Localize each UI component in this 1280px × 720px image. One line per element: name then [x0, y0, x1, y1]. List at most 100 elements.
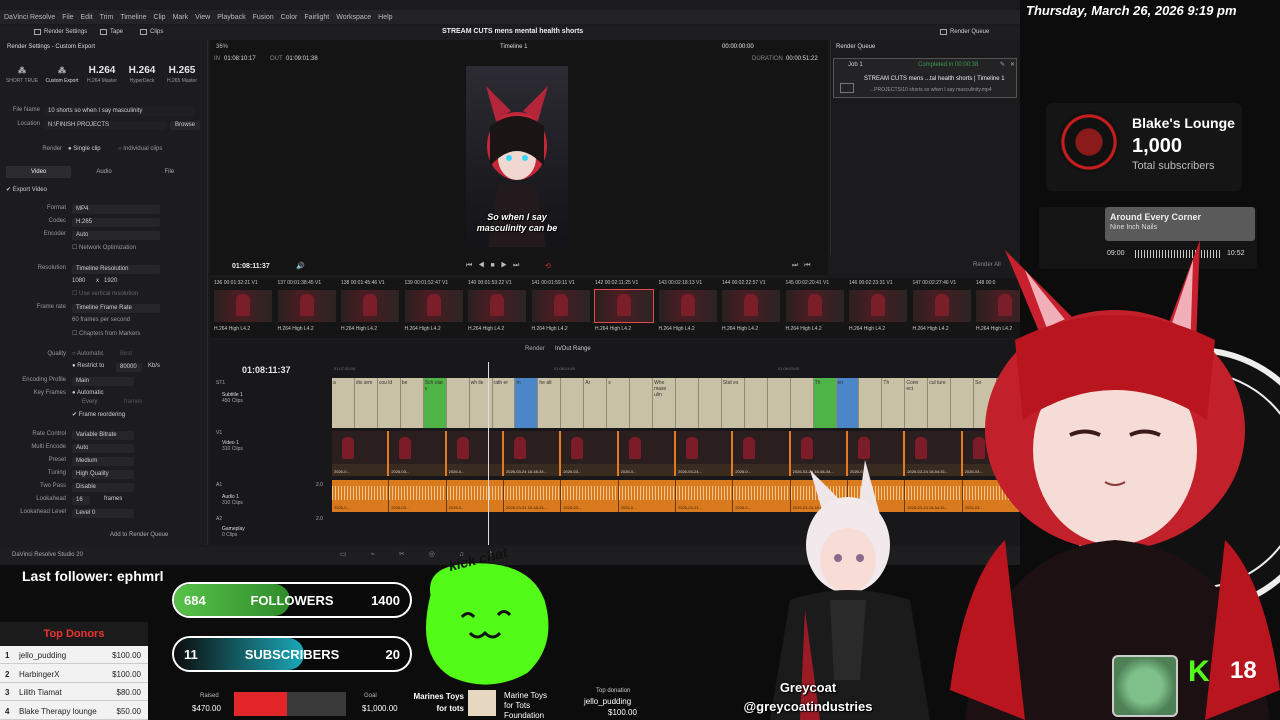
render-job[interactable]: Job 1 Completed in 00:00:38 ✎ ✕ STREAM C…	[833, 58, 1017, 98]
tuning-select[interactable]: High Quality	[72, 470, 134, 479]
tab-video[interactable]: Video	[6, 166, 72, 178]
clip-thumbnail[interactable]: 145 00:02:20:41 V1 H.264 High L4.2	[784, 278, 845, 336]
video-clip[interactable]: 2026-03-24 18-48-34...	[504, 431, 562, 476]
export-video-checkbox[interactable]: ✔ Export Video	[6, 186, 47, 193]
file-name-input[interactable]: 10 shorts so when I say masculinity	[44, 107, 194, 116]
subtitle-clip[interactable]: Ar	[584, 378, 608, 428]
video-clip[interactable]: 2026-0...	[618, 431, 676, 476]
codec-select[interactable]: H.265	[72, 218, 160, 227]
subtitle-clip[interactable]	[561, 378, 585, 428]
video-clip[interactable]: 2026-03...	[389, 431, 447, 476]
clip-thumbnail[interactable]: 142 00:02:11:25 V1 H.264 High L4.2	[593, 278, 654, 336]
single-clip-radio[interactable]: ● Single clip	[68, 146, 101, 152]
menu-item[interactable]: Edit	[81, 14, 93, 21]
menu-item[interactable]: Fusion	[253, 14, 274, 21]
audio-clip[interactable]: 2026-03-24...	[676, 480, 734, 512]
audio-clip[interactable]: 2026-0...	[618, 480, 676, 512]
tab-file[interactable]: File	[137, 166, 202, 178]
edit-job-icon[interactable]: ✎	[1000, 61, 1005, 68]
lookahead-level-select[interactable]: Level 0	[72, 509, 134, 518]
subtitle-clip[interactable]: Sch olar s	[423, 378, 447, 428]
video-clip[interactable]: 2026-0...	[446, 431, 504, 476]
tab-audio[interactable]: Audio	[71, 166, 136, 178]
subtitle-clip[interactable]	[859, 378, 883, 428]
render-settings-toggle[interactable]: Render Settings	[34, 29, 87, 35]
subtitle-clip[interactable]: Th	[813, 378, 837, 428]
subtitle-clip[interactable]	[699, 378, 722, 428]
render-preset[interactable]: H.264 HyperDeck	[124, 64, 160, 84]
multi-encode-select[interactable]: Auto	[72, 444, 134, 453]
transport-buttons[interactable]: ⏮◀■▶⏭	[466, 262, 525, 270]
menu-item[interactable]: Workspace	[336, 14, 371, 21]
render-preset[interactable]: H.265 H.265 Master	[164, 64, 200, 84]
menu-item[interactable]: File	[62, 14, 73, 21]
chapters-checkbox[interactable]: ☐ Chapters from Markers	[72, 330, 140, 337]
subtitle-track[interactable]: a dis arm cou ld be Sch olar s wh ile rath er m…	[332, 378, 1020, 428]
render-preset[interactable]: H.264 H.264 Master	[84, 64, 120, 84]
subtitle-clip[interactable]: cou ld	[378, 378, 401, 428]
frame-rate-select[interactable]: Timeline Frame Rate	[72, 304, 160, 313]
subtitle-clip[interactable]: m	[515, 378, 539, 428]
playhead[interactable]	[488, 362, 489, 545]
add-to-render-queue-button[interactable]: Add to Render Queue	[110, 532, 168, 538]
menu-item[interactable]: Color	[281, 14, 298, 21]
audio-clip[interactable]: 2026-03-24 18-48-34...	[504, 480, 562, 512]
subtitle-clip[interactable]	[768, 378, 791, 428]
subtitle-clip[interactable]: en	[836, 378, 860, 428]
video-clip[interactable]: 2026-0...	[332, 431, 390, 476]
subtitle-clip[interactable]: Th	[882, 378, 906, 428]
clip-thumbnail[interactable]: 138 00:01:45:46 V1 H.264 High L4.2	[339, 278, 400, 336]
menu-item[interactable]: Playback	[217, 14, 245, 21]
quality-auto-radio[interactable]: ○ Automatic	[72, 351, 104, 357]
vertical-res-checkbox[interactable]: ☐ Use vertical resolution	[72, 290, 138, 297]
render-queue-toggle[interactable]: Render Queue	[940, 29, 989, 35]
menu-item[interactable]: Timeline	[120, 14, 146, 21]
res-width[interactable]: 1080	[72, 278, 85, 284]
res-height[interactable]: 1920	[104, 278, 117, 284]
render-range-select[interactable]: In/Out Range	[555, 346, 591, 352]
location-input[interactable]: N:\FINISH PROJECTS	[44, 121, 166, 130]
subtitle-clip[interactable]: he alt	[538, 378, 562, 428]
volume-icon[interactable]: 🔊	[296, 262, 305, 270]
render-preset[interactable]: ⁂ Custom Export	[44, 64, 80, 84]
format-select[interactable]: MP4	[72, 205, 160, 214]
subtitle-clip[interactable]: s	[607, 378, 631, 428]
menu-item[interactable]: Fairlight	[304, 14, 329, 21]
subtitle-clip[interactable]: dis arm	[355, 378, 378, 428]
menu-item[interactable]: Mark	[173, 14, 189, 21]
two-pass-select[interactable]: Disable	[72, 483, 134, 492]
subtitle-clip[interactable]	[630, 378, 654, 428]
video-clip[interactable]: 2026-03-24...	[676, 431, 734, 476]
menu-item[interactable]: DaVinci Resolve	[4, 14, 55, 21]
render-preset[interactable]: ⁂ SHORT TRUE	[4, 64, 40, 84]
timeline-name[interactable]: Timeline 1	[500, 44, 527, 50]
clip-thumbnail[interactable]: 137 00:01:38:45 V1 H.264 High L4.2	[276, 278, 337, 336]
bitrate-input[interactable]: 80000	[116, 363, 142, 372]
subtitle-clip[interactable]: Whe mase ulin	[653, 378, 676, 428]
subtitle-clip[interactable]	[745, 378, 768, 428]
frame-reordering-checkbox[interactable]: ✔ Frame reordering	[72, 411, 125, 418]
audio-clip[interactable]: 2026-0...	[446, 480, 504, 512]
clip-thumbnail[interactable]: 143 00:02:18:13 V1 H.264 High L4.2	[657, 278, 718, 336]
key-frames-auto-radio[interactable]: ● Automatic	[72, 390, 104, 396]
delete-job-icon[interactable]: ✕	[1010, 61, 1015, 68]
subtitle-clip[interactable]: wh ile	[470, 378, 493, 428]
menu-item[interactable]: Trim	[100, 14, 114, 21]
subtitle-clip[interactable]: Stat es	[722, 378, 745, 428]
subtitle-clip[interactable]	[447, 378, 470, 428]
subtitle-clip[interactable]	[676, 378, 699, 428]
zoom-level[interactable]: 36%	[216, 44, 228, 50]
network-opt-checkbox[interactable]: ☐ Network Optimization	[72, 244, 136, 251]
menu-item[interactable]: View	[195, 14, 210, 21]
video-clip[interactable]: 2026-03...	[561, 431, 619, 476]
subtitle-clip[interactable]: be	[401, 378, 424, 428]
tape-toggle[interactable]: Tape	[100, 29, 123, 35]
preset-select[interactable]: Medium	[72, 457, 134, 466]
loop-icon[interactable]: ⟲	[545, 262, 551, 270]
lookahead-input[interactable]: 16	[72, 496, 90, 505]
audio-clip[interactable]: 2026-03...	[389, 480, 447, 512]
clip-thumbnail[interactable]: 144 00:02:22:57 V1 H.264 High L4.2	[720, 278, 781, 336]
subtitle-clip[interactable]: a	[332, 378, 355, 428]
clip-thumbnail[interactable]: 136 00:01:32:21 V1 H.264 High L4.2	[212, 278, 273, 336]
clip-thumbnail[interactable]: 139 00:01:52:47 V1 H.264 High L4.2	[403, 278, 464, 336]
